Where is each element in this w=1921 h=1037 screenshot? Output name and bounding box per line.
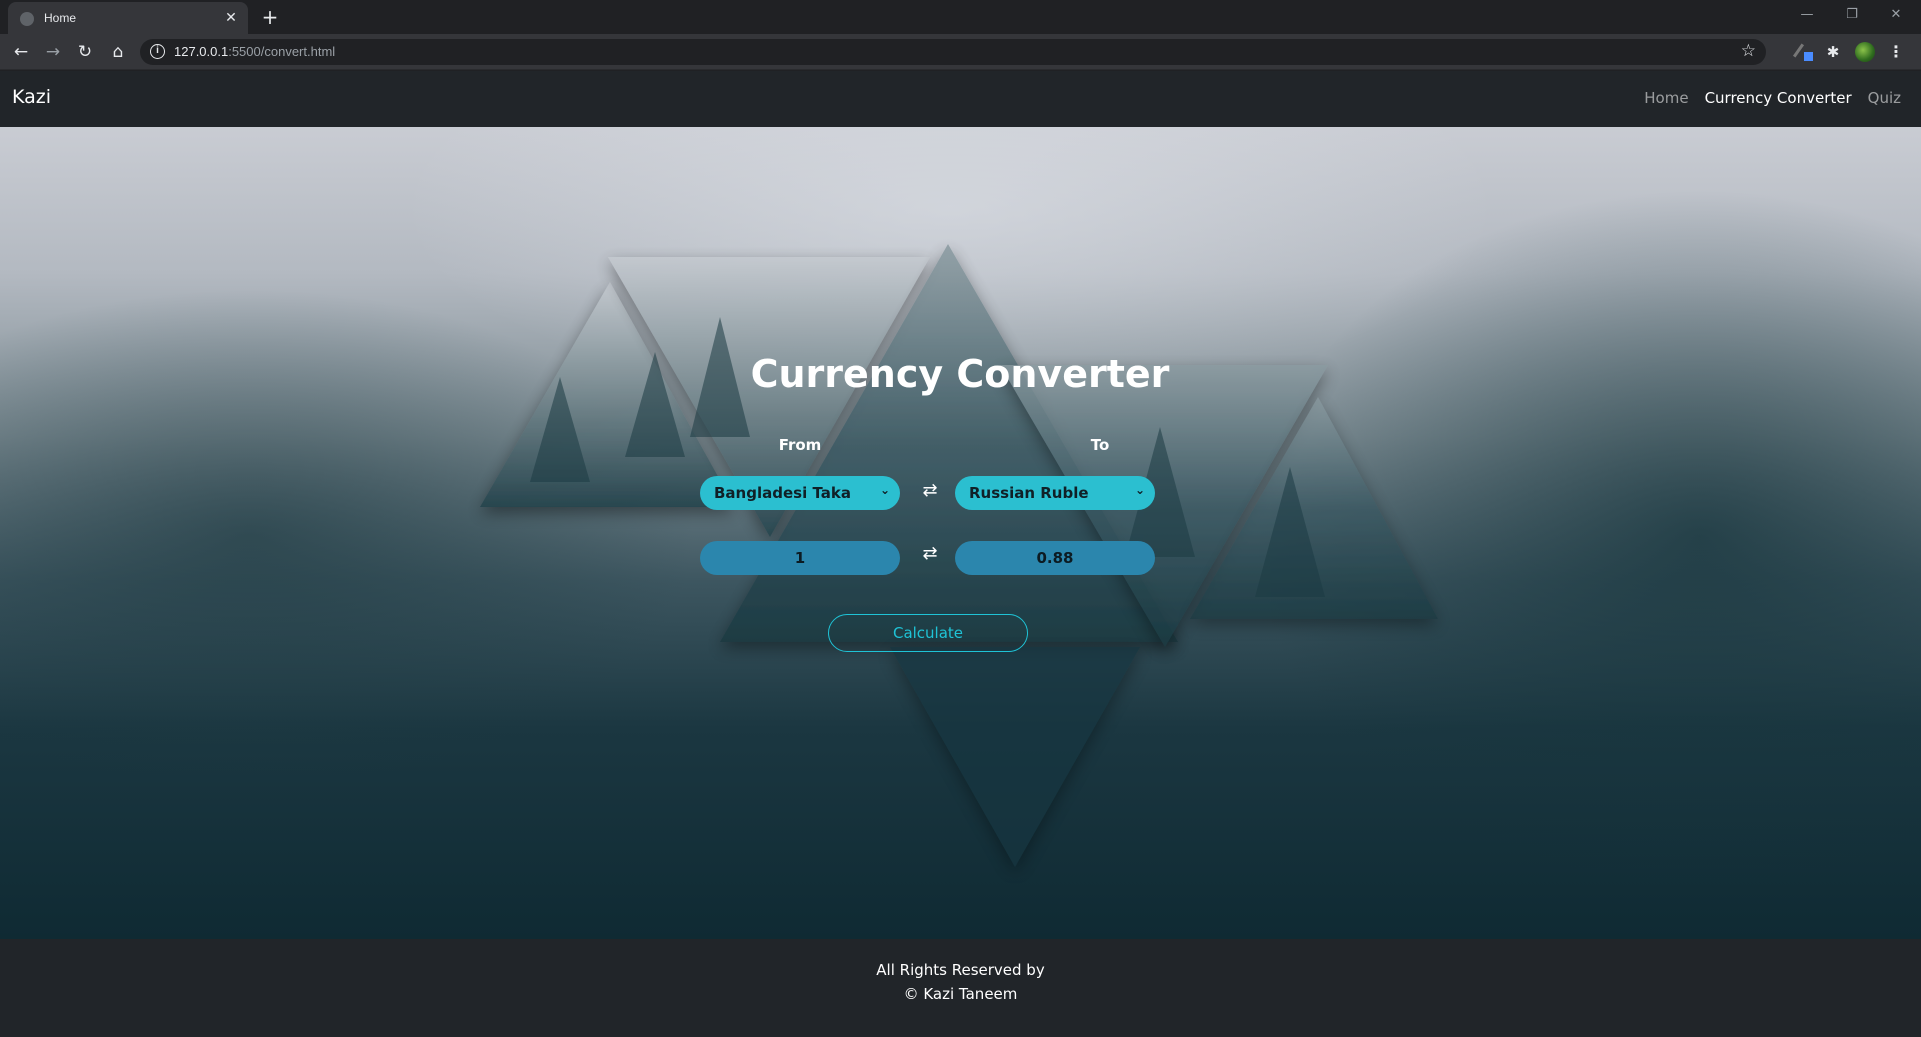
globe-icon bbox=[20, 12, 34, 26]
triangle-decoration bbox=[480, 244, 1438, 867]
browser-toolbar: ← → ↻ ⌂ i 127.0.0.1:5500/convert.html ☆ … bbox=[0, 34, 1921, 70]
back-button[interactable]: ← bbox=[9, 40, 33, 64]
web-page: Kazi Home Currency Converter Quiz Curren… bbox=[0, 71, 1921, 1037]
from-label: From bbox=[778, 436, 822, 454]
chevron-down-icon: ⌄ bbox=[879, 483, 890, 497]
swap-icon: ⇄ bbox=[922, 480, 938, 501]
browser-tab[interactable]: Home ✕ bbox=[8, 2, 248, 34]
hero-background: Currency Converter From To Bangladesi Ta… bbox=[0, 127, 1921, 939]
from-currency-value: Bangladesi Taka bbox=[714, 484, 851, 502]
to-label: To bbox=[1090, 436, 1110, 454]
minimize-button[interactable]: — bbox=[1787, 4, 1827, 26]
reload-button[interactable]: ↻ bbox=[73, 40, 97, 64]
footer-copyright-text: © Kazi Taneem bbox=[903, 985, 1018, 1003]
bookmark-star-icon[interactable]: ☆ bbox=[1741, 41, 1756, 61]
to-amount-output[interactable]: 0.88 bbox=[955, 541, 1155, 575]
profile-avatar[interactable] bbox=[1855, 42, 1875, 62]
site-brand[interactable]: Kazi bbox=[12, 86, 51, 108]
footer-rights-text: All Rights Reserved by bbox=[876, 961, 1045, 979]
close-window-button[interactable]: ✕ bbox=[1876, 4, 1916, 26]
nav-link-quiz[interactable]: Quiz bbox=[1868, 89, 1901, 107]
nav-link-home[interactable]: Home bbox=[1644, 89, 1688, 107]
to-currency-value: Russian Ruble bbox=[969, 484, 1089, 502]
restore-button[interactable]: ❐ bbox=[1832, 4, 1872, 26]
url-host: 127.0.0.1 bbox=[174, 44, 229, 59]
pen-extension-icon[interactable] bbox=[1792, 42, 1814, 62]
from-currency-select[interactable]: Bangladesi Taka ⌄ bbox=[700, 476, 900, 510]
puzzle-extensions-icon[interactable]: ✱ bbox=[1823, 42, 1843, 62]
forward-button[interactable]: → bbox=[41, 40, 65, 64]
tab-title: Home bbox=[44, 11, 77, 25]
address-bar[interactable]: i 127.0.0.1:5500/convert.html ☆ bbox=[140, 39, 1766, 65]
to-currency-select[interactable]: Russian Ruble ⌄ bbox=[955, 476, 1155, 510]
site-footer: All Rights Reserved by © Kazi Taneem bbox=[0, 939, 1921, 1037]
url-text[interactable]: 127.0.0.1:5500/convert.html bbox=[174, 44, 335, 59]
close-tab-icon[interactable]: ✕ bbox=[222, 9, 240, 27]
info-icon[interactable]: i bbox=[150, 44, 165, 59]
chevron-down-icon: ⌄ bbox=[1134, 483, 1145, 497]
browser-tabstrip: Home ✕ + — ❐ ✕ bbox=[0, 0, 1921, 34]
nav-links: Home Currency Converter Quiz bbox=[1644, 89, 1901, 107]
swap-icon: ⇄ bbox=[922, 543, 938, 564]
url-path: :5500/convert.html bbox=[228, 44, 336, 59]
triangle-bottom-inverted bbox=[890, 647, 1140, 867]
new-tab-button[interactable]: + bbox=[258, 6, 282, 30]
browser-menu-icon[interactable]: ⋮ bbox=[1886, 42, 1906, 62]
home-button[interactable]: ⌂ bbox=[106, 40, 130, 64]
calculate-button[interactable]: Calculate bbox=[828, 614, 1028, 652]
page-title: Currency Converter bbox=[750, 352, 1170, 396]
site-navbar: Kazi Home Currency Converter Quiz bbox=[0, 71, 1921, 127]
from-amount-input[interactable]: 1 bbox=[700, 541, 900, 575]
nav-link-currency-converter[interactable]: Currency Converter bbox=[1705, 89, 1852, 107]
